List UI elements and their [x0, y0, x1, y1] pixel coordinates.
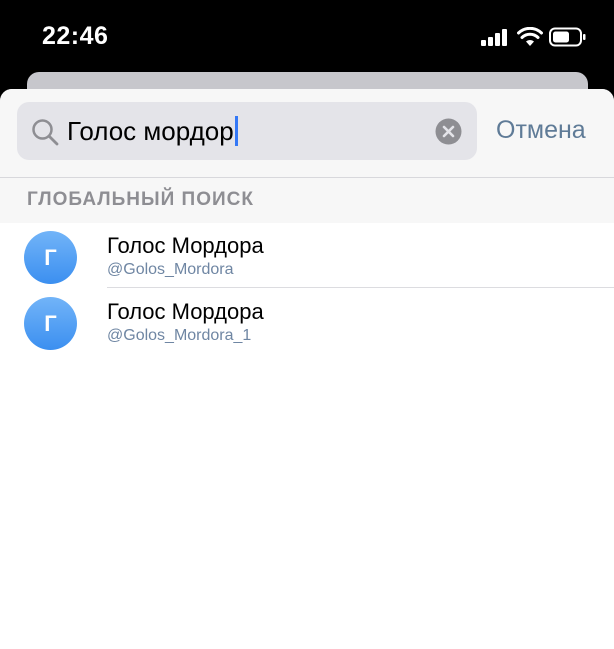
text-cursor	[234, 116, 238, 146]
section-header: ГЛОБАЛЬНЫЙ ПОИСК	[0, 178, 614, 223]
cancel-button[interactable]: Отмена	[496, 116, 586, 145]
avatar: Г	[24, 297, 77, 350]
avatar: Г	[24, 231, 77, 284]
search-icon	[32, 119, 59, 146]
row-divider	[107, 287, 614, 288]
clear-icon[interactable]	[435, 118, 462, 145]
battery-icon	[549, 27, 586, 47]
result-username: @Golos_Mordora	[107, 261, 234, 278]
search-query-text: Голос мордор	[67, 116, 234, 146]
result-name: Голос Мордора	[107, 233, 264, 258]
result-name: Голос Мордора	[107, 299, 264, 324]
search-sheet: Голос мордор Отмена ГЛОБАЛЬНЫЙ ПОИСК Г Г…	[0, 89, 614, 649]
cellular-signal-icon	[481, 29, 509, 46]
section-title: ГЛОБАЛЬНЫЙ ПОИСК	[27, 189, 254, 210]
status-bar: 22:46	[0, 0, 614, 80]
wifi-icon	[517, 27, 543, 46]
search-input[interactable]: Голос мордор	[17, 102, 477, 160]
search-query[interactable]: Голос мордор	[67, 116, 238, 147]
search-bar: Голос мордор Отмена	[0, 89, 614, 178]
result-row[interactable]: Г Голос Мордора @Golos_Mordora_1	[0, 289, 614, 354]
result-row[interactable]: Г Голос Мордора @Golos_Mordora	[0, 223, 614, 288]
status-time: 22:46	[42, 22, 109, 50]
result-username: @Golos_Mordora_1	[107, 327, 252, 344]
